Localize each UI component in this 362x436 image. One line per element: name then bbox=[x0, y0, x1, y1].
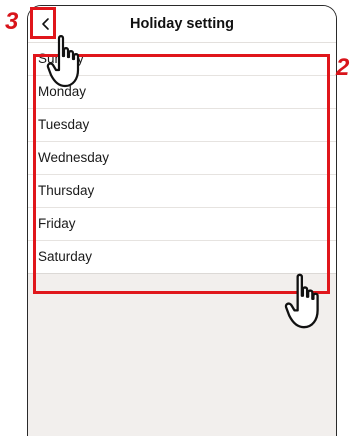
pointing-hand-icon bbox=[284, 273, 319, 329]
pointing-hand-icon bbox=[46, 35, 80, 88]
day-item-friday[interactable]: Friday bbox=[28, 208, 336, 241]
step-3-label: 3 bbox=[5, 8, 19, 35]
step-2-label: 2 bbox=[336, 54, 350, 81]
day-item-saturday[interactable]: Saturday bbox=[28, 241, 336, 274]
day-item-thursday[interactable]: Thursday bbox=[28, 175, 336, 208]
day-item-tuesday[interactable]: Tuesday bbox=[28, 109, 336, 142]
day-item-wednesday[interactable]: Wednesday bbox=[28, 142, 336, 175]
